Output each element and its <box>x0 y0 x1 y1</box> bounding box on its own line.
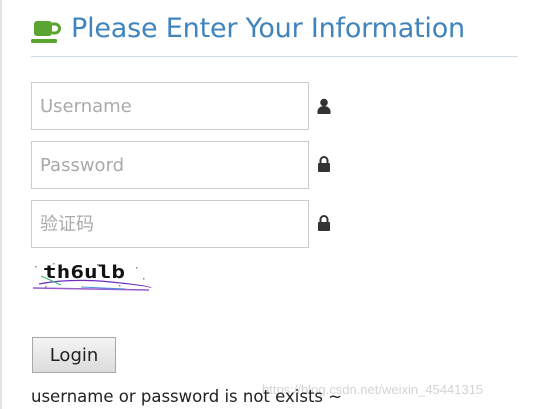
captcha-input[interactable] <box>32 201 308 247</box>
password-input[interactable] <box>32 142 308 188</box>
captcha-text: th6ulb <box>43 262 125 283</box>
username-field[interactable] <box>31 82 309 130</box>
form-header: Please Enter Your Information <box>31 10 518 57</box>
captcha-field[interactable] <box>31 200 309 248</box>
lock-icon <box>317 215 331 231</box>
error-message: username or password is not exists ~ <box>31 387 343 406</box>
login-button[interactable]: Login <box>32 337 116 373</box>
lock-icon <box>317 156 331 172</box>
page-title: Please Enter Your Information <box>71 13 465 44</box>
coffee-cup-icon <box>31 17 63 45</box>
username-input[interactable] <box>32 83 308 129</box>
left-border <box>0 0 2 409</box>
captcha-image[interactable]: th6ulb <box>31 258 153 292</box>
user-icon <box>317 98 331 114</box>
password-field[interactable] <box>31 141 309 189</box>
